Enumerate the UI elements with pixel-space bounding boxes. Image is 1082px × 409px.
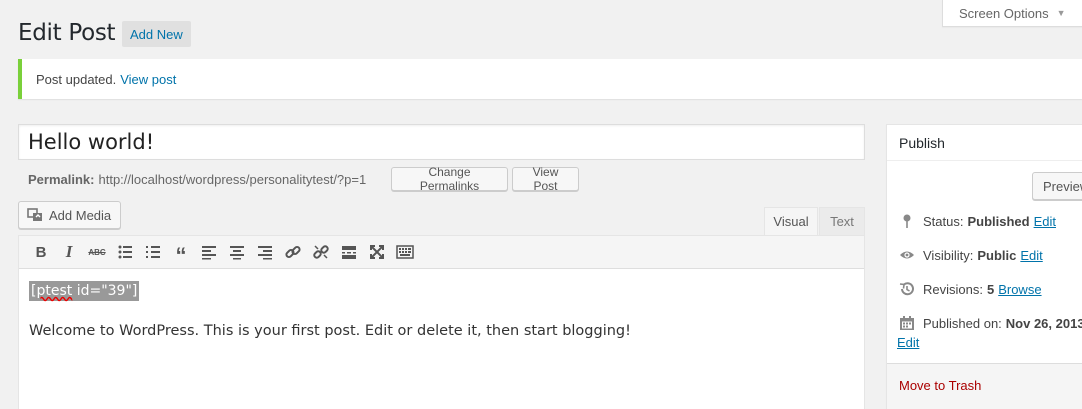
page-title: Edit Post <box>18 20 116 46</box>
move-to-trash-link[interactable]: Move to Trash <box>899 378 981 393</box>
visibility-edit-link[interactable]: Edit <box>1020 248 1042 263</box>
shortcode-selection: [ptest id="39"] <box>29 281 140 301</box>
editor-toolbar: B I ABC “ <box>19 236 864 269</box>
add-new-button[interactable]: Add New <box>122 21 191 47</box>
change-permalinks-button[interactable]: Change Permalinks <box>391 165 508 193</box>
post-editor: B I ABC “ [ptest id="39"] Welcome to Wor… <box>18 235 865 409</box>
eye-icon <box>900 251 914 259</box>
revisions-row: Revisions: 5 Browse <box>899 279 1042 299</box>
tab-visual[interactable]: Visual <box>764 207 818 235</box>
view-post-link[interactable]: View post <box>120 72 176 87</box>
align-left-icon[interactable] <box>195 238 223 266</box>
numbered-list-icon[interactable] <box>139 238 167 266</box>
screen-options-label: Screen Options <box>959 5 1049 21</box>
link-icon[interactable] <box>279 238 307 266</box>
calendar-icon <box>900 316 914 330</box>
history-icon <box>899 282 914 296</box>
editor-content[interactable]: [ptest id="39"] Welcome to WordPress. Th… <box>19 269 864 351</box>
status-label: Status: <box>923 213 964 229</box>
publish-footer: Move to Trash <box>887 363 1082 409</box>
view-post-button[interactable]: View Post <box>512 165 579 193</box>
update-notice: Post updated. View post <box>18 59 1082 99</box>
shortcode-name: ptest <box>36 283 73 299</box>
media-icon <box>27 208 42 221</box>
notice-text: Post updated. <box>36 71 117 87</box>
permalink-row: Permalink: http://localhost/wordpress/pe… <box>28 168 366 190</box>
revisions-label: Revisions: <box>923 281 983 297</box>
align-right-icon[interactable] <box>251 238 279 266</box>
visibility-value: Public <box>977 247 1017 263</box>
preview-button[interactable]: Preview <box>1032 172 1082 200</box>
strikethrough-icon[interactable]: ABC <box>83 238 111 266</box>
publish-box: Publish Preview Status: Published Edit V… <box>886 124 1082 409</box>
caret-down-icon: ▼ <box>1056 8 1066 18</box>
status-value: Published <box>967 213 1030 229</box>
published-on-row: Published on: Nov 26, 2013 <box>899 313 1082 333</box>
more-tag-icon[interactable] <box>335 238 363 266</box>
status-edit-link[interactable]: Edit <box>1034 214 1056 229</box>
align-center-icon[interactable] <box>223 238 251 266</box>
add-media-button[interactable]: Add Media <box>18 201 121 229</box>
revisions-browse-link[interactable]: Browse <box>998 282 1041 297</box>
unlink-icon[interactable] <box>307 238 335 266</box>
toolbar-toggle-icon[interactable] <box>391 238 419 266</box>
published-on-value: Nov 26, 2013 <box>1005 315 1082 331</box>
visibility-row: Visibility: Public Edit <box>899 245 1043 265</box>
permalink-label: Permalink: <box>28 171 95 187</box>
bullet-list-icon[interactable] <box>111 238 139 266</box>
editor-paragraph: Welcome to WordPress. This is your first… <box>29 323 631 339</box>
published-on-edit-link[interactable]: Edit <box>897 335 919 350</box>
bold-icon[interactable]: B <box>27 238 55 266</box>
revisions-value: 5 <box>986 281 995 297</box>
italic-icon[interactable]: I <box>55 238 83 266</box>
published-on-label: Published on: <box>923 315 1002 331</box>
add-media-label: Add Media <box>49 207 112 223</box>
publish-box-title: Publish <box>887 125 1082 161</box>
permalink-url: http://localhost/wordpress/personalityte… <box>98 171 367 187</box>
blockquote-icon[interactable]: “ <box>167 238 195 267</box>
fullscreen-icon[interactable] <box>363 238 391 266</box>
pin-icon <box>903 214 911 228</box>
screen-options-tab[interactable]: Screen Options ▼ <box>942 0 1082 27</box>
shortcode-rest: id="39"] <box>72 283 138 299</box>
tab-text[interactable]: Text <box>819 207 865 235</box>
status-row: Status: Published Edit <box>899 211 1056 231</box>
post-title-input[interactable]: Hello world! <box>18 124 865 160</box>
visibility-label: Visibility: <box>923 247 974 263</box>
